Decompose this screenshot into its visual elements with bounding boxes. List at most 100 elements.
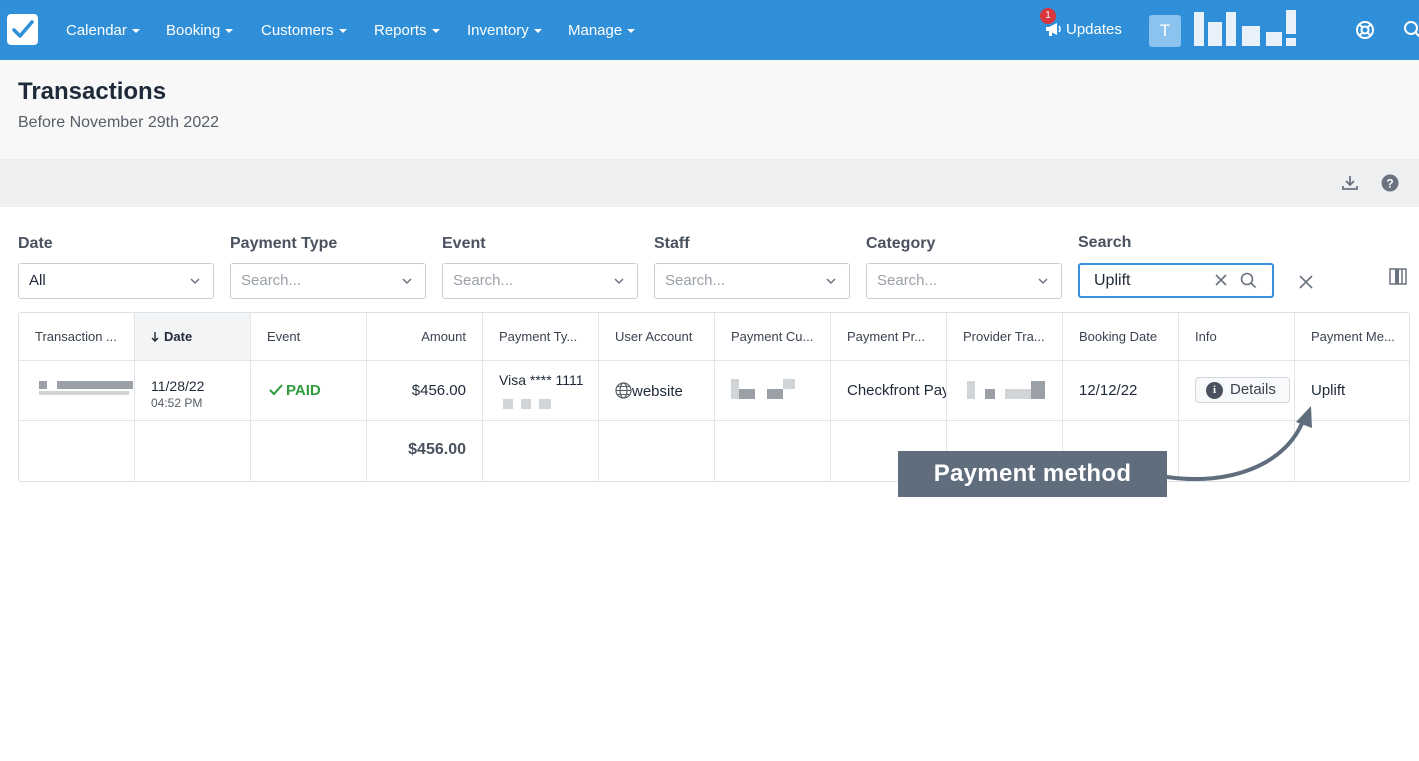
total-amount: $456.00 [408, 441, 466, 458]
staff-filter-select[interactable]: Search... [654, 263, 850, 299]
cell-booking-date-value: 12/12/22 [1079, 382, 1138, 399]
caret-down-icon [533, 29, 542, 34]
user-account-label: website [632, 383, 683, 400]
updates-count-badge: 1 [1040, 8, 1056, 24]
download-icon[interactable] [1341, 174, 1359, 196]
column-header-booking-date[interactable]: Booking Date [1063, 313, 1179, 361]
user-account: website [615, 382, 683, 400]
nav-reports[interactable]: Reports [374, 21, 440, 41]
cell-payment-customer [715, 361, 831, 421]
date-filter-value: All [29, 272, 46, 289]
svg-text:?: ? [1386, 177, 1393, 191]
redacted-block [1031, 381, 1045, 399]
cell-user-account: website [599, 361, 715, 421]
avatar[interactable]: T [1149, 15, 1181, 47]
date-filter-label: Date [18, 235, 53, 252]
redacted-block [731, 379, 739, 399]
paid-status: PAID [269, 382, 321, 399]
staff-placeholder: Search... [665, 272, 726, 289]
caret-down-icon [225, 29, 234, 34]
updates-label: Updates [1066, 21, 1122, 38]
column-header-payment-customer[interactable]: Payment Cu... [715, 313, 831, 361]
toolbar [0, 159, 1419, 207]
redacted-block [985, 389, 995, 399]
column-header-transaction[interactable]: Transaction ... [19, 313, 135, 361]
redacted-block [57, 381, 133, 389]
columns-icon[interactable] [1389, 268, 1407, 290]
column-header-user-account[interactable]: User Account [599, 313, 715, 361]
payment-method-callout: Payment method [898, 451, 1167, 497]
chevron-down-icon [826, 278, 836, 285]
total-amount-cell: $456.00 [367, 421, 483, 481]
cell-amount: $456.00 [367, 361, 483, 421]
redacted-block [739, 389, 755, 399]
event-filter-label: Event [442, 235, 486, 252]
chevron-down-icon [1038, 278, 1048, 285]
nav-booking-label: Booking [166, 22, 221, 39]
column-header-payment-type[interactable]: Payment Ty... [483, 313, 599, 361]
staff-filter-label: Staff [654, 235, 690, 252]
cell-payment-method-value: Uplift [1311, 382, 1346, 399]
page-header [0, 60, 1419, 159]
nav-manage[interactable]: Manage [568, 21, 636, 41]
column-header-amount[interactable]: Amount [367, 313, 483, 361]
cell-payment-provider: Checkfront Pay [831, 361, 947, 421]
cell-payment-provider-value: Checkfront Pay [847, 382, 947, 399]
lifebuoy-icon[interactable] [1355, 20, 1375, 45]
redacted-block [767, 389, 783, 399]
column-header-date[interactable]: Date [135, 313, 251, 361]
callout-arrow-icon [1165, 406, 1312, 482]
cell-amount-value: $456.00 [411, 382, 466, 399]
payment-type-filter-select[interactable]: Search... [230, 263, 426, 299]
checkfront-logo-icon[interactable] [7, 14, 38, 45]
column-header-event[interactable]: Event [251, 313, 367, 361]
updates-button[interactable]: Updates [1045, 20, 1122, 40]
redacted-block [1005, 389, 1031, 399]
total-cell-empty [599, 421, 715, 481]
search-icon[interactable] [1240, 272, 1257, 294]
top-nav: Calendar Booking Customers Reports Inven… [0, 0, 1419, 60]
column-header-payment-method[interactable]: Payment Me... [1295, 313, 1409, 361]
help-icon[interactable]: ? [1381, 174, 1399, 197]
event-placeholder: Search... [453, 272, 514, 289]
cell-transaction-id[interactable] [19, 361, 135, 421]
nav-inventory[interactable]: Inventory [467, 21, 542, 41]
globe-icon [615, 382, 632, 399]
cell-date: 11/28/22 04:52 PM [135, 361, 251, 421]
nav-manage-label: Manage [568, 22, 623, 39]
redacted-block [503, 399, 513, 409]
nav-calendar-label: Calendar [66, 22, 127, 39]
username-redacted[interactable] [1194, 10, 1306, 48]
column-header-payment-provider[interactable]: Payment Pr... [831, 313, 947, 361]
category-filter-label: Category [866, 235, 936, 252]
date-filter-select[interactable]: All [18, 263, 214, 299]
clear-icon[interactable] [1214, 273, 1228, 292]
cell-date-value: 11/28/22 [151, 378, 205, 394]
nav-inventory-label: Inventory [467, 22, 529, 39]
category-filter-select[interactable]: Search... [866, 263, 1062, 299]
chevron-down-icon [614, 278, 624, 285]
nav-customers[interactable]: Customers [261, 21, 347, 41]
column-header-date-label: Date [164, 329, 193, 344]
column-header-info[interactable]: Info [1179, 313, 1295, 361]
redacted-block [967, 381, 975, 399]
redacted-block [39, 391, 129, 395]
total-cell-empty [483, 421, 599, 481]
caret-down-icon [338, 29, 347, 34]
cell-provider-transaction [947, 361, 1063, 421]
search-filter-label: Search [1078, 234, 1132, 251]
paid-label: PAID [286, 382, 321, 399]
payment-type-placeholder: Search... [241, 272, 302, 289]
nav-calendar[interactable]: Calendar [66, 21, 140, 41]
chevron-down-icon [190, 278, 200, 285]
close-icon[interactable] [1299, 275, 1313, 294]
caret-down-icon [131, 29, 140, 34]
search-icon[interactable] [1403, 20, 1419, 45]
nav-booking[interactable]: Booking [166, 21, 234, 41]
chevron-down-icon [402, 278, 412, 285]
total-cell-empty [251, 421, 367, 481]
column-header-provider-transaction[interactable]: Provider Tra... [947, 313, 1063, 361]
details-button-label: Details [1230, 381, 1276, 398]
caret-down-icon [431, 29, 440, 34]
event-filter-select[interactable]: Search... [442, 263, 638, 299]
